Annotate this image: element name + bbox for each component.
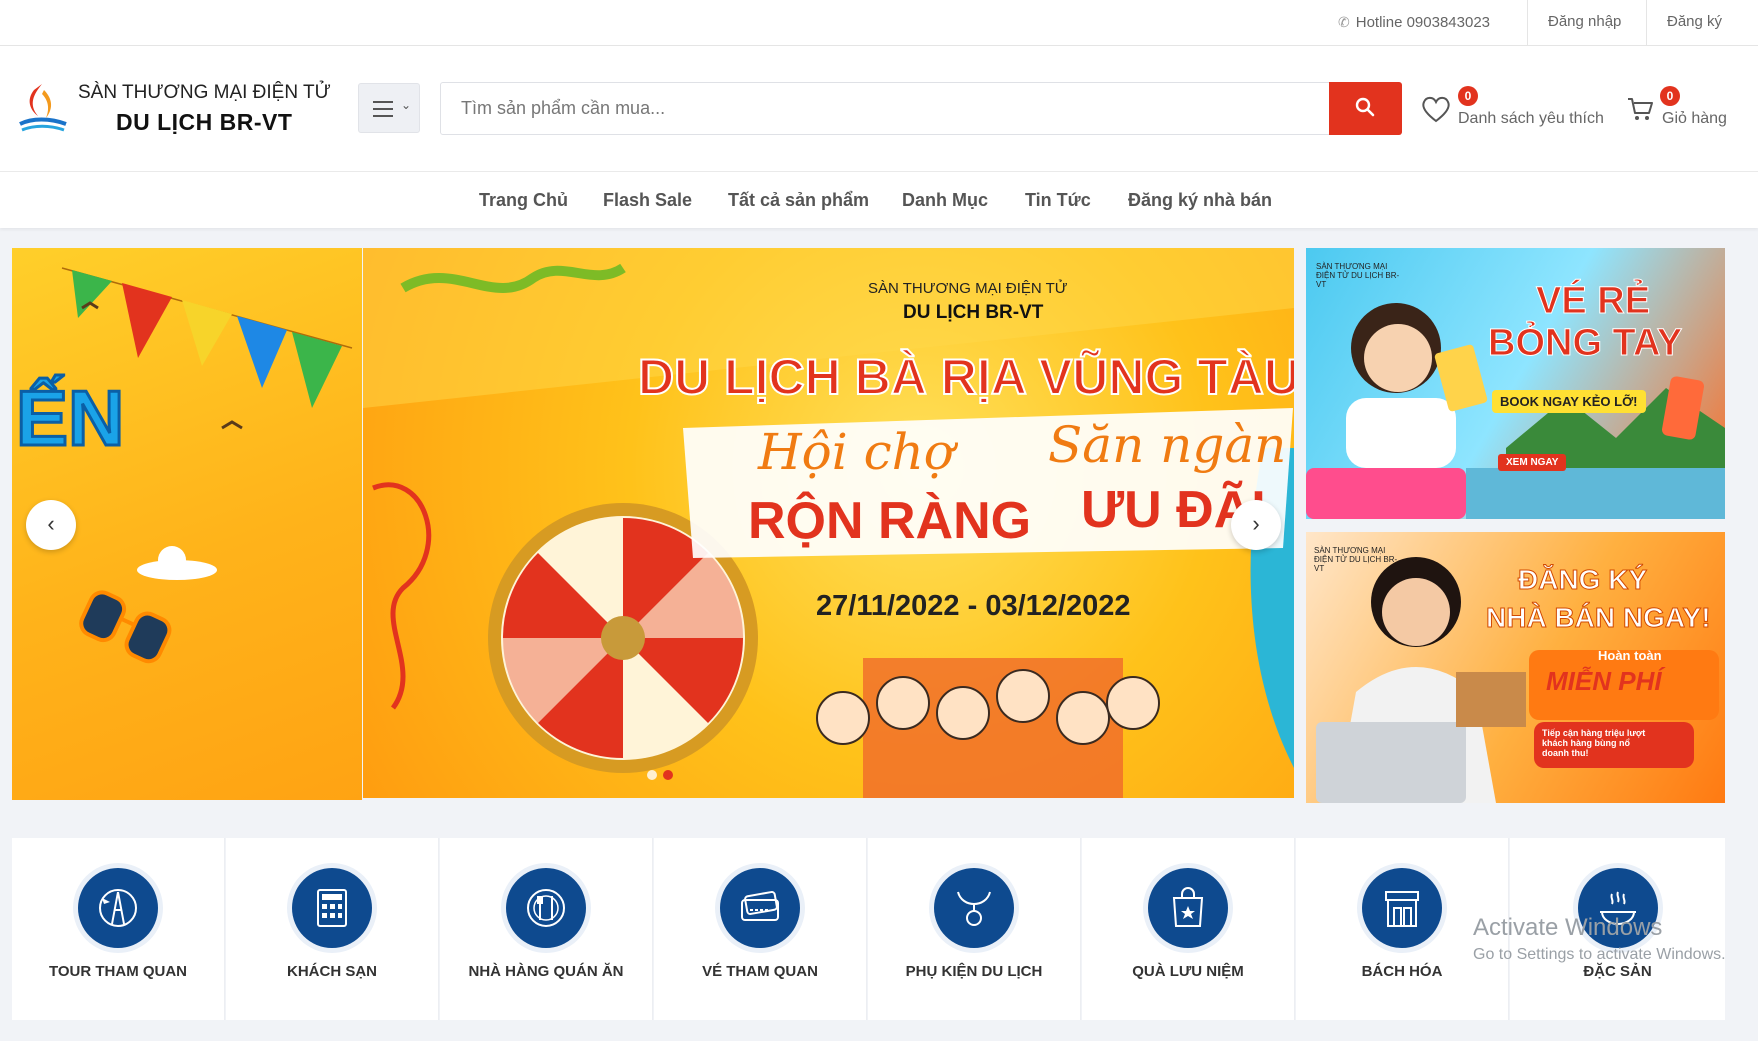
hero-slider: ẾN SÀN THƯƠNG MẠI ĐIỆN TỬ DU LỊCH BR-VT …: [12, 248, 1294, 800]
slide-dates: 27/11/2022 - 03/12/2022: [816, 590, 1131, 622]
banner1-line1: VÉ RẺ: [1535, 280, 1651, 323]
category-menu-button[interactable]: ⌄: [358, 83, 420, 133]
nav-item-news[interactable]: Tin Tức: [1025, 172, 1091, 228]
category-ticket[interactable]: VÉ THAM QUAN: [654, 838, 867, 1020]
category-label: VÉ THAM QUAN: [702, 963, 818, 980]
divider: [1646, 0, 1647, 45]
slide-bold-left: RỘN RÀNG: [748, 492, 1032, 550]
gift-bag-icon: [1148, 868, 1228, 948]
promo-banner-tickets[interactable]: SÀN THƯƠNG MẠI ĐIỆN TỬ DU LỊCH BR-VT VÉ …: [1306, 248, 1725, 519]
phone-icon: ✆: [1338, 14, 1350, 30]
tour-icon: [78, 868, 158, 948]
nav-item-flash-sale[interactable]: Flash Sale: [603, 172, 692, 228]
heart-icon: [1422, 96, 1450, 123]
hamburger-icon: [373, 101, 393, 122]
banner2-small: Hoàn toàn: [1598, 648, 1662, 663]
category-label: QUÀ LƯU NIỆM: [1132, 963, 1244, 980]
slide-current: SÀN THƯƠNG MẠI ĐIỆN TỬ DU LỊCH BR-VT DU …: [363, 248, 1294, 798]
banner1-tag: BOOK NGAY KẺO LỠ!: [1492, 390, 1646, 413]
site-logo[interactable]: SÀN THƯƠNG MẠI ĐIỆN TỬ DU LỊCH BR-VT: [16, 78, 331, 138]
category-label: NHÀ HÀNG QUÁN ĂN: [468, 963, 624, 980]
logo-line1: SÀN THƯƠNG MẠI ĐIỆN TỬ: [78, 82, 331, 103]
header: SÀN THƯƠNG MẠI ĐIỆN TỬ DU LỊCH BR-VT ⌄ 0…: [0, 46, 1758, 172]
wishlist-link[interactable]: 0 Danh sách yêu thích: [1420, 86, 1610, 136]
logo-flame-icon: [19, 84, 67, 132]
slide-script-right: Săn ngàn: [1048, 416, 1287, 474]
category-label: KHÁCH SẠN: [287, 963, 377, 980]
accessory-icon: [934, 868, 1014, 948]
category-souvenir[interactable]: QUÀ LƯU NIỆM: [1082, 838, 1295, 1020]
wishlist-label: Danh sách yêu thích: [1458, 110, 1604, 127]
cart-label: Giỏ hàng: [1662, 110, 1727, 127]
category-strip: TOUR THAM QUAN KHÁCH SẠN NHÀ HÀNG QUÁN Ă…: [12, 838, 1725, 1020]
category-accessory[interactable]: PHỤ KIỆN DU LỊCH: [868, 838, 1081, 1020]
cart-icon: [1628, 98, 1653, 120]
banner2-free: MIỄN PHÍ: [1546, 666, 1662, 696]
nav-item-all-products[interactable]: Tất cả sản phẩm: [728, 172, 869, 228]
register-link[interactable]: Đăng ký: [1667, 0, 1722, 45]
chevron-down-icon: ⌄: [401, 98, 412, 112]
login-link[interactable]: Đăng nhập: [1548, 0, 1621, 45]
promo-banner-seller[interactable]: SÀN THƯƠNG MẠI ĐIỆN TỬ DU LỊCH BR-VT ĐĂN…: [1306, 532, 1725, 803]
watermark-line1: Activate Windows: [1473, 914, 1663, 941]
banner2-line1: ĐĂNG KÝ: [1517, 564, 1648, 596]
hotline-link[interactable]: ✆ Hotline 0903843023: [1338, 0, 1490, 45]
category-label: PHỤ KIỆN DU LỊCH: [905, 963, 1043, 980]
search-icon: [1355, 97, 1375, 117]
banner2-line2: NHÀ BÁN NGAY!: [1486, 602, 1712, 634]
hotel-icon: [292, 868, 372, 948]
watermark-line2: Go to Settings to activate Windows.: [1473, 946, 1726, 963]
chevron-left-icon: ‹: [47, 511, 55, 536]
divider: [1527, 0, 1528, 45]
category-label: BÁCH HÓA: [1361, 963, 1443, 980]
slide-logo-line2: DU LỊCH BR-VT: [903, 302, 1044, 323]
nav-item-seller-register[interactable]: Đăng ký nhà bán: [1128, 172, 1272, 228]
category-label: ĐẶC SẢN: [1583, 963, 1652, 980]
banner1-line2: BỎNG TAY: [1487, 322, 1683, 365]
category-tour[interactable]: TOUR THAM QUAN: [12, 838, 225, 1020]
logo-line2: DU LỊCH BR-VT: [116, 109, 293, 135]
slide-dot-active[interactable]: [663, 770, 673, 780]
slide-script-left: Hội chợ: [758, 423, 954, 481]
top-bar: ✆ Hotline 0903843023 Đăng nhập Đăng ký: [0, 0, 1758, 46]
slide-dot[interactable]: [647, 770, 657, 780]
search-input[interactable]: [441, 83, 1329, 134]
store-icon: [1362, 868, 1442, 948]
chevron-right-icon: ›: [1252, 511, 1260, 536]
nav-item-categories[interactable]: Danh Mục: [902, 172, 988, 228]
activation-watermark: Activate Windows Go to Settings to activ…: [1473, 914, 1726, 964]
banner2-cta: Tiếp cận hàng triệu lượt khách hàng bùng…: [1542, 728, 1646, 758]
cart-link[interactable]: 0 Giỏ hàng: [1626, 86, 1746, 136]
category-label: TOUR THAM QUAN: [48, 963, 188, 980]
banner2-logo: SÀN THƯƠNG MẠI ĐIỆN TỬ DU LỊCH BR-VT: [1314, 546, 1398, 573]
banner1-cta-button[interactable]: XEM NGAY: [1498, 454, 1567, 471]
category-restaurant[interactable]: NHÀ HÀNG QUÁN ĂN: [440, 838, 653, 1020]
restaurant-icon: [506, 868, 586, 948]
search-box: [440, 82, 1402, 135]
slider-prev-button[interactable]: ‹: [26, 500, 76, 550]
slide-partial-text: ẾN: [14, 373, 125, 464]
category-hotel[interactable]: KHÁCH SẠN: [226, 838, 439, 1020]
slider-next-button[interactable]: ›: [1231, 500, 1281, 550]
nav-item-home[interactable]: Trang Chủ: [479, 172, 568, 228]
slide-title: DU LỊCH BÀ RỊA VŨNG TÀU 20: [638, 348, 1294, 406]
wishlist-count-badge: 0: [1458, 86, 1478, 106]
banner1-logo: SÀN THƯƠNG MẠI ĐIỆN TỬ DU LỊCH BR-VT: [1316, 262, 1400, 289]
hotline-text: Hotline 0903843023: [1355, 14, 1491, 31]
search-button[interactable]: [1329, 82, 1402, 135]
ticket-icon: [720, 868, 800, 948]
slide-logo-line1: SÀN THƯƠNG MẠI ĐIỆN TỬ: [868, 280, 1068, 297]
main-nav: Trang Chủ Flash Sale Tất cả sản phẩm Dan…: [0, 172, 1758, 228]
cart-count-badge: 0: [1660, 86, 1680, 106]
